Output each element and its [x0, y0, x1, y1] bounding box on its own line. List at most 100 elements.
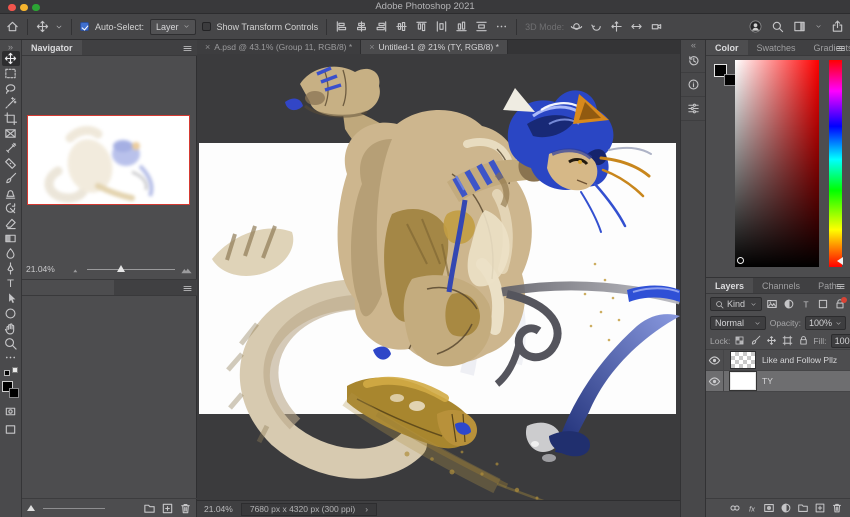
layer-name[interactable]: TY [762, 376, 773, 386]
filter-shape-icon[interactable] [817, 298, 829, 310]
home-icon[interactable] [6, 20, 19, 33]
filter-adjust-icon[interactable] [780, 502, 792, 514]
filter-image-icon[interactable] [766, 298, 778, 310]
slide3d-icon[interactable] [630, 20, 643, 33]
tab-swatches[interactable]: Swatches [748, 40, 805, 55]
panel-menu-icon[interactable] [182, 43, 193, 54]
shape-tool[interactable] [2, 306, 20, 321]
layer-row-selected[interactable]: TY [706, 371, 850, 392]
auto-select-checkbox[interactable] [80, 22, 89, 31]
move-tool-icon[interactable] [36, 20, 49, 33]
filter-type-icon[interactable]: T [800, 298, 812, 310]
quick-mask-icon[interactable] [2, 404, 20, 419]
expand-panels-icon[interactable]: « [687, 40, 700, 49]
workspace-icon[interactable] [793, 20, 806, 33]
orbit3d-icon[interactable] [570, 20, 583, 33]
mask-icon[interactable] [763, 502, 775, 514]
roll3d-icon[interactable] [590, 20, 603, 33]
close-icon[interactable]: × [205, 42, 210, 52]
distribute-h-icon[interactable] [435, 20, 448, 33]
saturation-brightness-field[interactable] [735, 60, 819, 267]
move-tool[interactable] [2, 51, 20, 66]
path-select-tool[interactable] [2, 291, 20, 306]
layer-thumbnail[interactable] [730, 351, 756, 369]
navigator-zoom-value[interactable]: 21.04% [26, 264, 66, 274]
trash-icon[interactable] [179, 502, 192, 515]
share-icon[interactable] [831, 20, 844, 33]
navigator-thumbnail[interactable] [27, 115, 190, 205]
slider-thumb[interactable] [27, 505, 35, 511]
gradient-tool[interactable] [2, 231, 20, 246]
folder-icon[interactable] [797, 502, 809, 514]
chevron-down-icon[interactable] [815, 23, 822, 30]
tab-layers[interactable]: Layers [706, 278, 753, 293]
link-icon[interactable] [729, 502, 741, 514]
color-picker-cursor[interactable] [737, 257, 744, 264]
zoom-level[interactable]: 21.04% [204, 504, 233, 514]
close-window-button[interactable] [8, 4, 16, 12]
lock-transparent-icon[interactable] [734, 335, 745, 346]
filter-lock-icon[interactable] [798, 335, 809, 346]
account-icon[interactable] [749, 20, 762, 33]
default-colors-icon[interactable] [4, 367, 18, 376]
brush-settings-panel-icon[interactable] [681, 97, 705, 121]
hue-slider[interactable] [829, 60, 842, 267]
opacity-field[interactable]: 100% [805, 316, 846, 330]
filter-kind-dropdown[interactable]: Kind [710, 297, 762, 311]
layer-name[interactable]: Like and Follow Pllz [762, 355, 837, 365]
align-right-icon[interactable] [375, 20, 388, 33]
zoom-in-icon[interactable] [180, 263, 193, 276]
pen-tool[interactable] [2, 261, 20, 276]
history-panel-icon[interactable] [681, 49, 705, 73]
tab-color[interactable]: Color [706, 40, 748, 55]
minimize-window-button[interactable] [20, 4, 28, 12]
healing-tool[interactable] [2, 156, 20, 171]
foreground-background-swatches[interactable] [2, 381, 19, 398]
layer-visibility-icon[interactable] [706, 371, 724, 391]
document-viewport[interactable] [197, 54, 680, 500]
new-icon[interactable] [814, 502, 826, 514]
distribute-v-icon[interactable] [475, 20, 488, 33]
panel-menu-icon[interactable] [835, 43, 846, 54]
info-panel-icon[interactable] [681, 73, 705, 97]
navigator-zoom-slider[interactable] [87, 269, 175, 270]
show-transform-checkbox[interactable] [202, 22, 211, 31]
search-icon[interactable] [771, 20, 784, 33]
frame-tool[interactable] [2, 126, 20, 141]
lock-artboard-icon[interactable] [782, 335, 793, 346]
tab-navigator[interactable]: Navigator [22, 40, 82, 55]
align-bottom-icon[interactable] [455, 20, 468, 33]
screen-mode-icon[interactable] [2, 422, 20, 437]
fill-field[interactable]: 100% [831, 334, 850, 348]
layer-row[interactable]: Like and Follow Pllz [706, 350, 850, 371]
hue-slider-thumb[interactable] [837, 257, 843, 265]
panel-menu-icon[interactable] [182, 283, 193, 294]
history-brush-tool[interactable] [2, 201, 20, 216]
filter-adjust-icon[interactable] [783, 298, 795, 310]
auto-select-dropdown[interactable]: Layer [150, 19, 196, 35]
layer-thumbnail[interactable] [730, 372, 756, 390]
camera3d-icon[interactable] [650, 20, 663, 33]
crop-tool[interactable] [2, 111, 20, 126]
chevron-down-icon[interactable] [55, 23, 63, 31]
pan3d-icon[interactable] [610, 20, 623, 33]
document-tab-untitled[interactable]: × Untitled-1 @ 21% (TY, RGB/8) * [361, 40, 508, 54]
zoom-out-icon[interactable] [71, 264, 82, 275]
panel-menu-icon[interactable] [835, 281, 846, 292]
chevron-right-icon[interactable]: › [365, 504, 368, 514]
magic-wand-tool[interactable] [2, 96, 20, 111]
blur-tool[interactable] [2, 246, 20, 261]
doc-info-box[interactable]: 7680 px x 4320 px (300 ppi) › [241, 503, 377, 516]
document-tab-apsd[interactable]: × A.psd @ 43.1% (Group 11, RGB/8) * [197, 40, 361, 54]
panel-tab[interactable] [22, 280, 114, 295]
eraser-tool[interactable] [2, 216, 20, 231]
zoom-tool[interactable] [2, 336, 20, 351]
align-left-icon[interactable] [335, 20, 348, 33]
eyedropper-tool[interactable] [2, 141, 20, 156]
layer-visibility-icon[interactable] [706, 350, 724, 370]
edit-toolbar-icon[interactable] [2, 351, 20, 363]
blend-mode-dropdown[interactable]: Normal [710, 316, 766, 330]
new-icon[interactable] [161, 502, 174, 515]
brush-tool[interactable] [2, 171, 20, 186]
clone-stamp-tool[interactable] [2, 186, 20, 201]
